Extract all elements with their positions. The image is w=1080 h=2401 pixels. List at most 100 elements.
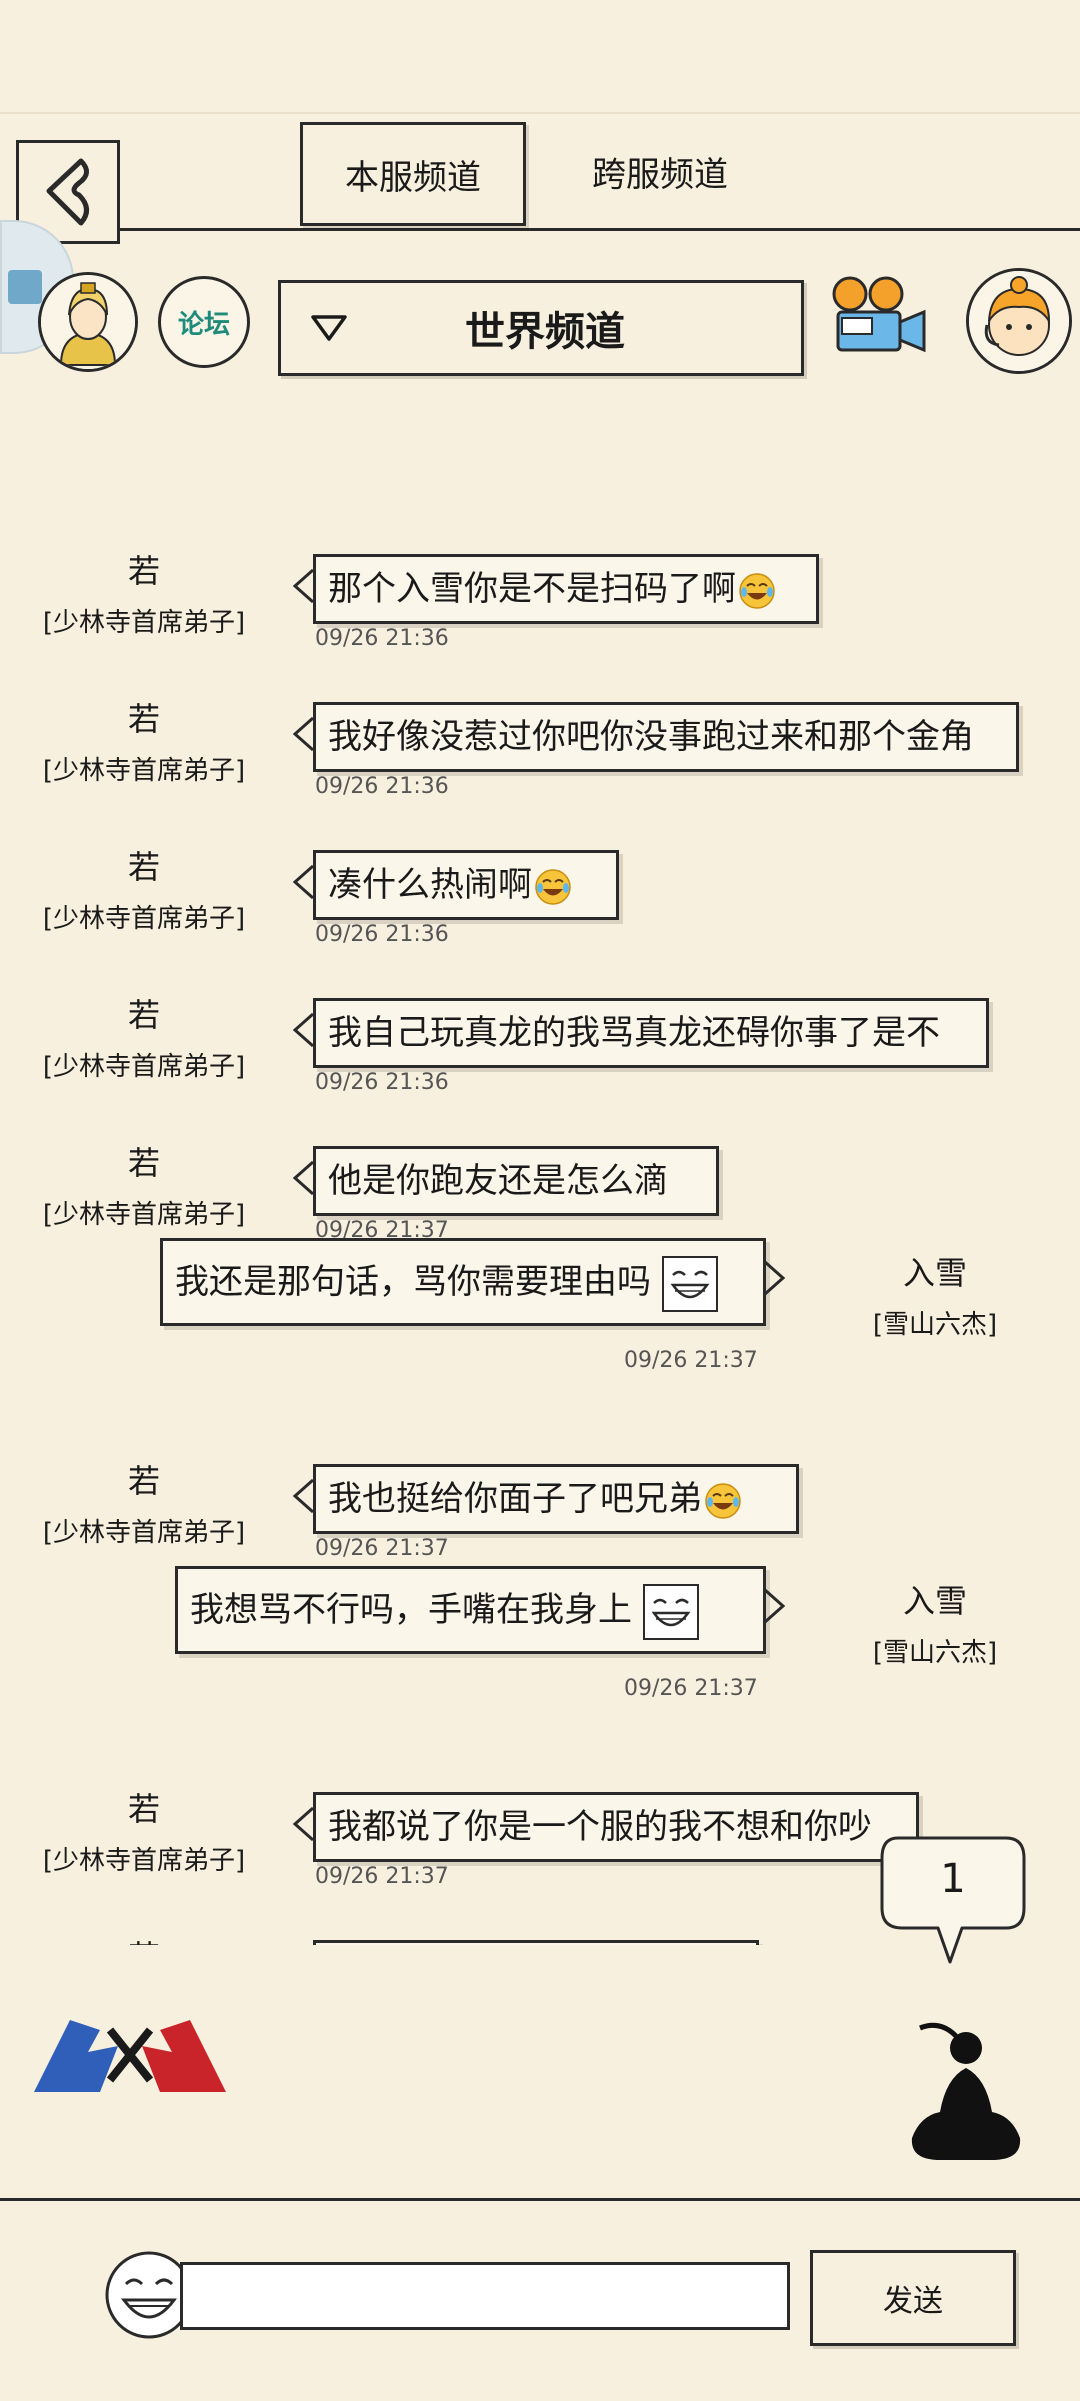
sender-title: [少林寺首席弟子] bbox=[42, 904, 246, 934]
message-bubble[interactable]: 我还是那句话，骂你需要理由吗 bbox=[160, 1238, 766, 1326]
message-bubble[interactable]: 那个入雪你是不是扫码了啊 bbox=[313, 554, 819, 624]
tab-cross-server-label: 跨服频道 bbox=[592, 154, 728, 195]
message-text: 我都说了你是一个服的我不想和你吵 bbox=[328, 1807, 872, 1847]
sender-title: [少林寺首席弟子] bbox=[42, 608, 246, 638]
sender-info[interactable]: 若 [少林寺首席弟子] bbox=[24, 1456, 264, 1549]
sender-info[interactable]: 入雪 [雪山六杰] bbox=[815, 1248, 1055, 1341]
message-timestamp: 09/26 21:36 bbox=[315, 922, 449, 947]
laugh-cry-emoji-icon bbox=[739, 572, 775, 609]
sender-name: 若 bbox=[127, 996, 160, 1034]
bubble-pointer-icon bbox=[292, 864, 314, 900]
support-character-icon bbox=[969, 271, 1069, 371]
chat-input[interactable] bbox=[180, 2262, 790, 2330]
sender-info[interactable]: 若 [少林寺首席弟子] bbox=[24, 546, 264, 639]
message-row: 若 [少林寺首席弟子] 凑什么热闹啊 09/26 21:36 bbox=[0, 804, 1080, 964]
message-bubble[interactable]: 他是你跑友还是怎么滴 bbox=[313, 1146, 719, 1216]
unread-count-badge[interactable]: 1 bbox=[878, 1828, 1028, 1968]
sender-name: 入雪 bbox=[902, 1254, 967, 1292]
message-text: 我还是那句话，骂你需要理由吗 bbox=[175, 1262, 651, 1302]
send-label: 发送 bbox=[883, 2284, 943, 2319]
message-timestamp: 09/26 21:37 bbox=[624, 1676, 758, 1701]
sender-name: 入雪 bbox=[902, 1582, 967, 1620]
message-row: 若 [少林寺首席弟子] 我好像没惹过你吧你没事跑过来和那个金角 09/26 21:36 bbox=[0, 656, 1080, 816]
forum-button[interactable]: 论坛 bbox=[158, 276, 250, 368]
tab-cross-server[interactable]: 跨服频道 bbox=[560, 122, 760, 220]
player-avatar[interactable] bbox=[38, 272, 138, 372]
sender-info[interactable]: 若 [少林寺首席弟子] bbox=[24, 1784, 264, 1877]
bubble-pointer-icon bbox=[292, 716, 314, 752]
message-row: 若 [少林寺首席弟子] 我也挺给你面子了吧兄弟 09/26 21:37 bbox=[0, 1418, 1080, 1578]
message-text: 我想骂不行吗，手嘴在我身上 bbox=[190, 1590, 632, 1630]
message-timestamp: 09/26 21:36 bbox=[315, 1070, 449, 1095]
message-text: 凑什么热闹啊 bbox=[328, 865, 532, 905]
sender-info[interactable]: 若[少林寺首席弟子] bbox=[24, 1932, 264, 1945]
widget-icon bbox=[8, 270, 42, 304]
pvp-logo-icon[interactable] bbox=[30, 2000, 230, 2100]
channel-name: 世界频道 bbox=[465, 309, 625, 355]
support-avatar[interactable] bbox=[966, 268, 1072, 374]
bubble-pointer-icon bbox=[292, 1806, 314, 1842]
sender-info[interactable]: 若[少林寺首席弟子] bbox=[24, 1138, 264, 1231]
message-row: 入雪 [雪山六杰] 我还是那句话，骂你需要理由吗 09/26 21:37 bbox=[0, 1238, 1080, 1398]
chat-message-list[interactable]: 若 [少林寺首席弟子] 那个入雪你是不是扫码了啊 09/26 21:36 若 [少林寺首席… bbox=[0, 470, 1080, 1945]
message-row: 若 [少林寺首席弟子] 那个入雪你是不是扫码了啊 09/26 21:36 bbox=[0, 508, 1080, 668]
sender-info[interactable]: 若[少林寺首席弟子] bbox=[24, 694, 264, 787]
grin-face-sticker-icon bbox=[662, 1255, 718, 1312]
sender-name: 若 bbox=[127, 848, 160, 886]
message-text: 我好像没惹过你吧你没事跑过来和那个金角 bbox=[328, 717, 974, 757]
chevron-down-icon bbox=[311, 315, 347, 341]
message-bubble[interactable]: 我也挺给你面子了吧兄弟 bbox=[313, 1464, 799, 1534]
avatar-portrait-icon bbox=[41, 275, 135, 369]
message-timestamp: 09/26 21:37 bbox=[315, 1864, 449, 1889]
top-divider bbox=[0, 112, 1080, 114]
sender-title: [雪山六杰] bbox=[872, 1310, 998, 1340]
message-text: 他是你跑友还是怎么滴 bbox=[328, 1161, 668, 1201]
message-row: 若 [少林寺首席弟子] 我自己玩真龙的我骂真龙还碍你事了是不 09/26 21:36 bbox=[0, 952, 1080, 1112]
camera-icon[interactable] bbox=[828, 274, 932, 364]
bubble-pointer-icon bbox=[764, 1260, 786, 1296]
sender-name: 若 bbox=[127, 1790, 160, 1828]
message-text: 我也挺给你面子了吧兄弟 bbox=[328, 1479, 702, 1519]
sender-title: [少林寺首席弟子] bbox=[42, 1846, 246, 1876]
tab-local-server-label: 本服频道 bbox=[345, 157, 481, 198]
unread-count: 1 bbox=[940, 1856, 966, 1902]
message-timestamp: 09/26 21:36 bbox=[315, 626, 449, 651]
sender-title: [少林寺首席弟子] bbox=[42, 1052, 246, 1082]
sender-title: [雪山六杰] bbox=[872, 1638, 998, 1668]
laugh-cry-emoji-icon bbox=[535, 868, 571, 905]
tab-local-server[interactable]: 本服频道 bbox=[300, 122, 526, 226]
message-bubble[interactable]: 你非得往上凑个什么劲啊 bbox=[313, 1940, 759, 1945]
sender-name: 若 bbox=[127, 700, 160, 738]
channel-dropdown[interactable]: 世界频道 bbox=[278, 280, 804, 376]
message-text: 我自己玩真龙的我骂真龙还碍你事了是不 bbox=[328, 1013, 940, 1053]
sender-name: 若 bbox=[127, 552, 160, 590]
laugh-cry-emoji-icon bbox=[705, 1482, 741, 1519]
sender-info[interactable]: 若 [少林寺首席弟子] bbox=[24, 990, 264, 1083]
send-button[interactable]: 发送 bbox=[810, 2250, 1016, 2346]
message-row: 入雪 [雪山六杰] 我想骂不行吗，手嘴在我身上 09/26 21:37 bbox=[0, 1566, 1080, 1726]
message-bubble[interactable]: 我自己玩真龙的我骂真龙还碍你事了是不 bbox=[313, 998, 989, 1068]
message-timestamp: 09/26 21:37 bbox=[624, 1348, 758, 1373]
bubble-pointer-icon bbox=[292, 1160, 314, 1196]
message-timestamp: 09/26 21:37 bbox=[315, 1536, 449, 1561]
message-bubble[interactable]: 我好像没惹过你吧你没事跑过来和那个金角 bbox=[313, 702, 1019, 772]
sender-name: 若 bbox=[127, 1462, 160, 1500]
message-row: 若 [少林寺首席弟子] 他是你跑友还是怎么滴 09/26 21:37 bbox=[0, 1100, 1080, 1260]
header-divider bbox=[0, 228, 1080, 231]
message-bubble[interactable]: 我想骂不行吗，手嘴在我身上 bbox=[175, 1566, 766, 1654]
sender-info[interactable]: 入雪 [雪山六杰] bbox=[815, 1576, 1055, 1669]
meditation-icon[interactable] bbox=[900, 2020, 1030, 2170]
input-divider bbox=[0, 2198, 1080, 2201]
message-bubble[interactable]: 我都说了你是一个服的我不想和你吵 bbox=[313, 1792, 919, 1862]
sender-info[interactable]: 若 [少林寺首席弟子] bbox=[24, 842, 264, 935]
message-bubble[interactable]: 凑什么热闹啊 bbox=[313, 850, 619, 920]
sender-title: [少林寺首席弟子] bbox=[42, 1200, 246, 1230]
grin-face-sticker-icon bbox=[643, 1583, 699, 1640]
message-text: 那个入雪你是不是扫码了啊 bbox=[328, 569, 736, 609]
sender-title: [少林寺首席弟子] bbox=[42, 1518, 246, 1548]
bubble-pointer-icon bbox=[764, 1588, 786, 1624]
message-timestamp: 09/26 21:36 bbox=[315, 774, 449, 799]
sender-name: 若 bbox=[24, 1932, 264, 1945]
bubble-pointer-icon bbox=[292, 568, 314, 604]
forum-label: 论坛 bbox=[177, 309, 230, 340]
